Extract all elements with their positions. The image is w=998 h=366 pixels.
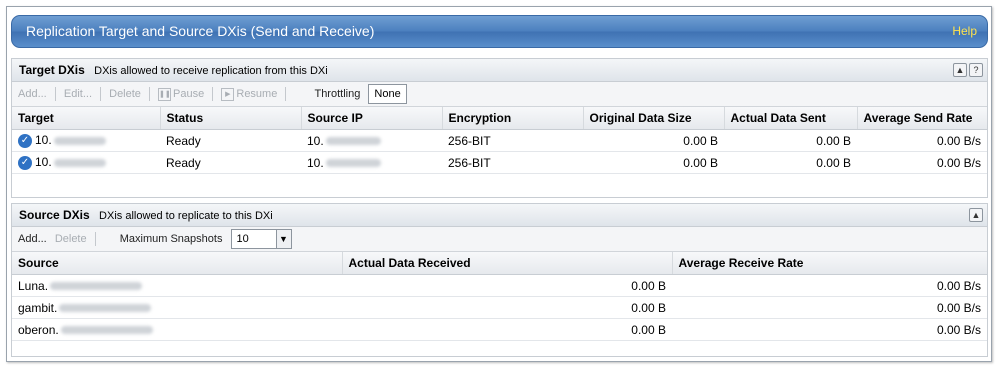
target-panel-header: Target DXis DXis allowed to receive repl… xyxy=(12,59,987,82)
check-icon: ✓ xyxy=(18,155,32,170)
resume-button[interactable]: ▶ Resume xyxy=(221,82,277,106)
delete-source-button[interactable]: Delete xyxy=(55,227,87,251)
max-snapshots-label: Maximum Snapshots xyxy=(119,233,223,245)
column-header-send-rate[interactable]: Average Send Rate xyxy=(857,107,987,130)
column-header-source[interactable]: Source xyxy=(12,252,343,275)
redacted-text xyxy=(59,304,152,313)
original-size-cell: 0.00 B xyxy=(583,151,724,174)
pause-label: Pause xyxy=(173,88,205,100)
chevron-down-icon[interactable]: ▼ xyxy=(276,229,292,250)
collapse-icon[interactable]: ▲ xyxy=(953,63,967,77)
source-toolbar: Add... Delete Maximum Snapshots 10 ▼ xyxy=(12,227,987,252)
window-title: Replication Target and Source DXis (Send… xyxy=(26,23,375,39)
source-panel-title: Source DXis xyxy=(19,208,90,222)
column-header-status[interactable]: Status xyxy=(160,107,302,130)
target-panel-description: DXis allowed to receive replication from… xyxy=(94,65,328,77)
toolbar-separator xyxy=(100,87,102,102)
throttling-label: Throttling xyxy=(314,88,361,100)
encryption-cell: 256-BIT xyxy=(442,151,583,174)
data-received-cell: 0.00 B xyxy=(342,296,672,319)
redacted-text xyxy=(53,158,106,167)
add-source-button[interactable]: Add... xyxy=(18,227,47,251)
column-header-data-sent[interactable]: Actual Data Sent xyxy=(724,107,858,130)
help-icon[interactable]: ? xyxy=(969,63,983,77)
target-ip: 10. xyxy=(35,133,52,148)
toolbar-separator xyxy=(285,87,287,102)
send-rate-cell: 0.00 B/s xyxy=(857,129,987,152)
edit-target-button[interactable]: Edit... xyxy=(64,82,92,106)
column-header-data-received[interactable]: Actual Data Received xyxy=(342,252,673,275)
toolbar-separator xyxy=(94,232,96,247)
toolbar-separator xyxy=(148,87,150,102)
table-row[interactable]: Luna. 0.00 B 0.00 B/s xyxy=(12,274,987,297)
target-toolbar: Add... Edit... Delete ❚❚ Pause ▶ Resume Th… xyxy=(12,82,987,107)
column-header-source-ip[interactable]: Source IP xyxy=(301,107,443,130)
target-dxis-panel: Target DXis DXis allowed to receive repl… xyxy=(11,58,988,198)
collapse-icon[interactable]: ▲ xyxy=(969,208,983,222)
original-size-cell: 0.00 B xyxy=(583,129,724,152)
window-title-bar: Replication Target and Source DXis (Send… xyxy=(11,15,988,48)
redacted-text xyxy=(325,137,381,146)
source-table: Source Actual Data Received Average Rece… xyxy=(12,252,987,341)
receive-rate-cell: 0.00 B/s xyxy=(672,296,987,319)
data-received-cell: 0.00 B xyxy=(342,274,672,297)
data-received-cell: 0.00 B xyxy=(342,318,672,341)
column-header-original-size[interactable]: Original Data Size xyxy=(583,107,725,130)
status-cell: Ready xyxy=(160,151,301,174)
help-link[interactable]: Help xyxy=(952,24,977,38)
status-cell: Ready xyxy=(160,129,301,152)
replication-window: Replication Target and Source DXis (Send… xyxy=(6,6,992,362)
resume-label: Resume xyxy=(236,88,278,100)
table-row[interactable]: oberon. 0.00 B 0.00 B/s xyxy=(12,318,987,341)
source-ip: 10. xyxy=(307,155,324,170)
redacted-text xyxy=(53,136,106,145)
send-rate-cell: 0.00 B/s xyxy=(857,151,987,174)
table-row[interactable]: ✓ 10. Ready 10. 256-BIT 0.00 B 0.00 B 0.0… xyxy=(12,129,987,152)
redacted-text xyxy=(325,159,381,168)
toolbar-separator xyxy=(212,87,214,102)
play-icon: ▶ xyxy=(221,87,235,101)
pause-button[interactable]: ❚❚ Pause xyxy=(158,82,204,106)
source-panel-header: Source DXis DXis allowed to replicate to… xyxy=(12,204,987,227)
receive-rate-cell: 0.00 B/s xyxy=(672,318,987,341)
receive-rate-cell: 0.00 B/s xyxy=(672,274,987,297)
source-dxis-panel: Source DXis DXis allowed to replicate to… xyxy=(11,203,988,357)
redacted-text xyxy=(50,282,143,291)
data-sent-cell: 0.00 B xyxy=(724,151,857,174)
throttling-value[interactable]: None xyxy=(368,84,407,105)
target-ip: 10. xyxy=(35,155,52,170)
redacted-text xyxy=(60,326,153,335)
source-host: oberon. xyxy=(18,322,59,337)
target-panel-title: Target DXis xyxy=(19,63,85,77)
source-ip: 10. xyxy=(307,133,324,148)
add-target-button[interactable]: Add... xyxy=(18,82,47,106)
check-icon: ✓ xyxy=(18,133,32,148)
pause-icon: ❚❚ xyxy=(158,87,172,101)
source-host: Luna. xyxy=(18,278,49,293)
max-snapshots-select[interactable]: 10 xyxy=(230,229,277,250)
delete-target-button[interactable]: Delete xyxy=(109,82,141,106)
column-header-encryption[interactable]: Encryption xyxy=(442,107,584,130)
table-row[interactable]: ✓ 10. Ready 10. 256-BIT 0.00 B 0.00 B 0.0… xyxy=(12,151,987,174)
source-host: gambit. xyxy=(18,300,58,315)
column-header-receive-rate[interactable]: Average Receive Rate xyxy=(672,252,987,275)
data-sent-cell: 0.00 B xyxy=(724,129,857,152)
column-header-target[interactable]: Target xyxy=(12,107,161,130)
encryption-cell: 256-BIT xyxy=(442,129,583,152)
target-table: Target Status Source IP Encryption Origi… xyxy=(12,107,987,174)
toolbar-separator xyxy=(54,87,56,102)
table-row[interactable]: gambit. 0.00 B 0.00 B/s xyxy=(12,296,987,319)
source-panel-description: DXis allowed to replicate to this DXi xyxy=(99,210,273,222)
